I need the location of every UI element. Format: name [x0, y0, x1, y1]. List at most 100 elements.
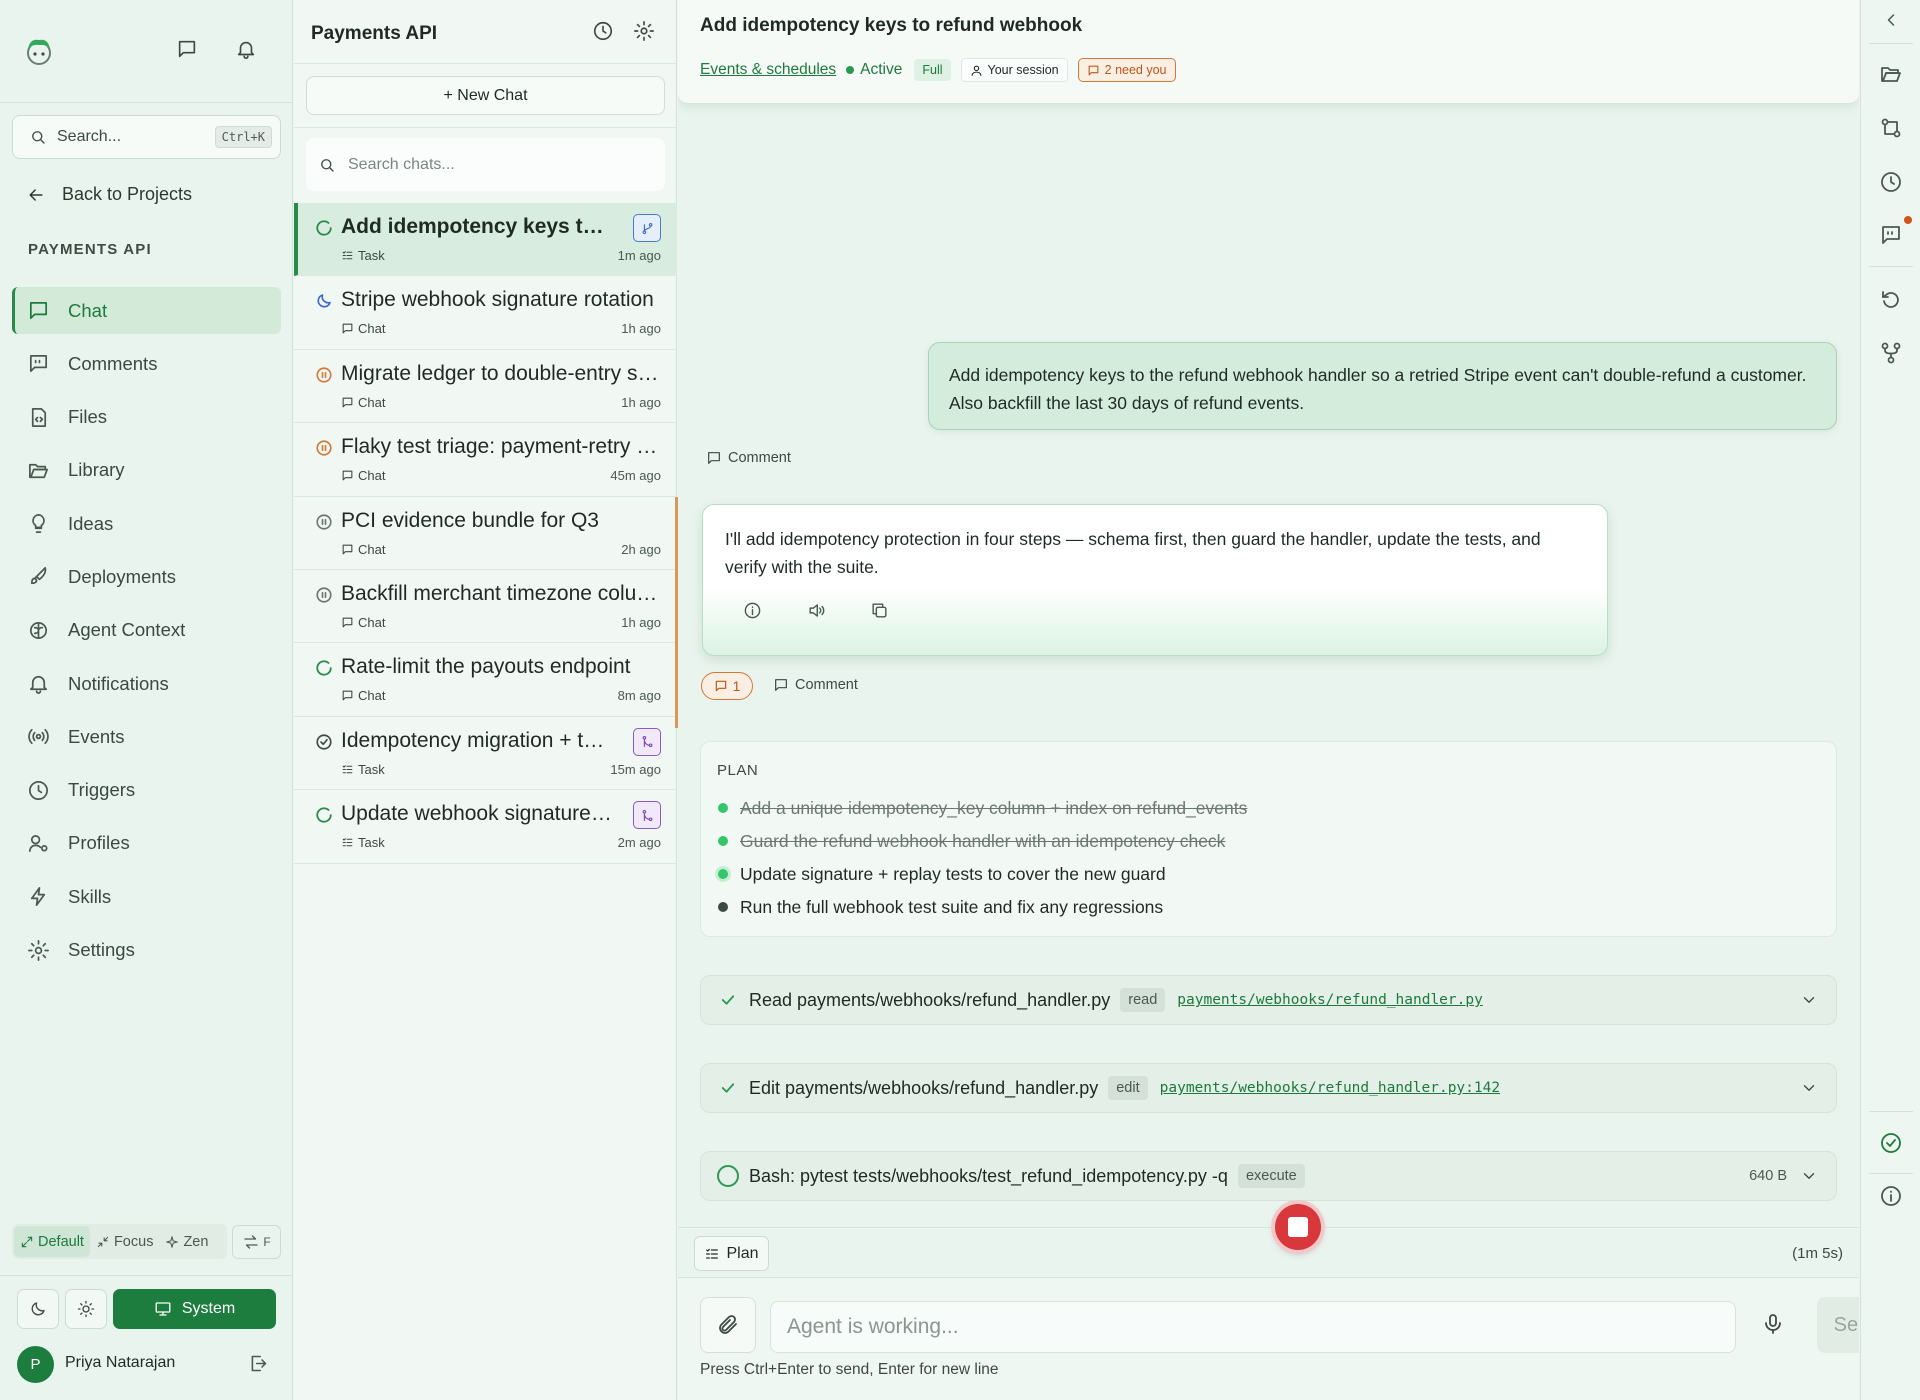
tool-call-bash[interactable]: Bash: pytest tests/webhooks/test_refund_… — [700, 1151, 1837, 1201]
global-search[interactable]: Search... Ctrl+K — [12, 115, 281, 159]
check-icon — [721, 1083, 735, 1093]
branch-badge[interactable] — [633, 214, 661, 242]
chat-item-time: 2m ago — [617, 835, 661, 851]
chat-list-item[interactable]: Add idempotency keys to refund webhook Ta… — [294, 203, 677, 277]
rail-fork-button[interactable] — [1879, 341, 1903, 365]
chat-list-item[interactable]: Backfill merchant timezone column Chat 1h … — [294, 570, 677, 644]
attach-button[interactable] — [700, 1297, 756, 1353]
sidebar-item-deployments[interactable]: Deployments — [12, 553, 281, 600]
sidebar-item-settings[interactable]: Settings — [12, 927, 281, 974]
system-theme-label: System — [181, 1300, 236, 1317]
light-theme-button[interactable] — [65, 1289, 107, 1329]
tool-call-read[interactable]: Read payments/webhooks/refund_handler.py… — [700, 975, 1837, 1025]
sidebar-item-label: Library — [68, 459, 125, 481]
sidebar-item-library[interactable]: Library — [12, 447, 281, 494]
rail-files-button[interactable] — [1879, 62, 1903, 86]
comments-icon — [29, 355, 48, 373]
app-logo[interactable] — [22, 34, 56, 68]
sidebar-item-comments[interactable]: Comments — [12, 340, 281, 387]
layout-zen-button[interactable]: Zen — [159, 1226, 214, 1257]
plan-step: Add a unique idempotency_key column + in… — [718, 796, 1247, 820]
rail-history-button[interactable] — [1879, 170, 1903, 194]
history-button[interactable] — [592, 20, 614, 42]
plan-button[interactable]: Plan — [694, 1236, 769, 1271]
chat-list-item[interactable]: Flaky test triage: payment-retry suite Ch… — [294, 423, 677, 497]
sparkle-icon — [166, 1235, 179, 1248]
comment-count-badge[interactable]: 1 — [701, 672, 753, 700]
message-info-button[interactable] — [743, 601, 762, 620]
dark-theme-button[interactable] — [17, 1289, 59, 1329]
chat-item-time: 8m ago — [617, 688, 661, 704]
sidebar-item-events[interactable]: Events — [12, 713, 281, 760]
system-theme-button[interactable]: System — [113, 1289, 276, 1329]
clock-icon — [29, 780, 48, 800]
swap-layout-button[interactable]: F — [232, 1225, 281, 1259]
chat-search-input[interactable]: Search chats... — [306, 138, 665, 191]
tool-call-tag: edit — [1108, 1076, 1148, 1100]
sidebar-item-skills[interactable]: Skills — [12, 873, 281, 920]
sidebar-item-agent-context[interactable]: Agent Context — [12, 607, 281, 654]
chevron-down-icon[interactable] — [1800, 1079, 1818, 1097]
comment-button[interactable]: Comment — [706, 450, 791, 466]
chat-item-title: Update webhook signature tests — [341, 802, 613, 826]
chat-list-item[interactable]: Migrate ledger to double-entry schema Cha… — [294, 350, 677, 424]
sidebar-item-profiles[interactable]: Profiles — [12, 820, 281, 867]
tool-call-path-link[interactable]: payments/webhooks/refund_handler.py — [1177, 992, 1483, 1008]
layout-focus-button[interactable]: Focus — [90, 1226, 160, 1257]
plan-step-text: Add a unique idempotency_key column + in… — [740, 797, 1248, 818]
chat-item-title: Idempotency migration + tests — [341, 728, 613, 752]
chat-item-time: 1h ago — [621, 394, 661, 410]
session-badge[interactable]: Your session — [960, 58, 1068, 82]
chat-list-item[interactable]: Stripe webhook signature rotation Chat 1h … — [294, 276, 677, 350]
read-aloud-button[interactable] — [807, 601, 826, 620]
message-input[interactable] — [770, 1301, 1736, 1353]
chat-list-item[interactable]: Update webhook signature tests Task 2m ago — [294, 790, 677, 864]
notifications-button[interactable] — [235, 38, 263, 66]
rail-status-button[interactable] — [1879, 1131, 1903, 1155]
layout-default-button[interactable]: Default — [14, 1226, 90, 1257]
rail-info-button[interactable] — [1879, 1184, 1903, 1208]
comment-button[interactable]: Comment — [773, 677, 858, 693]
sidebar-item-files[interactable]: Files — [12, 394, 281, 441]
user-gear-icon — [29, 834, 48, 852]
events-schedules-link[interactable]: Events & schedules — [700, 61, 836, 79]
merge-badge[interactable] — [633, 801, 661, 830]
search-shortcut: Ctrl+K — [214, 126, 272, 148]
rail-git-button[interactable] — [1879, 116, 1903, 140]
stop-button[interactable] — [1275, 1204, 1321, 1250]
tool-call-path-link[interactable]: payments/webhooks/refund_handler.py:142 — [1160, 1080, 1500, 1096]
sidebar-item-ideas[interactable]: Ideas — [12, 500, 281, 547]
chat-item-time: 45m ago — [610, 468, 661, 484]
merge-badge[interactable] — [633, 727, 661, 756]
sidebar-item-notifications[interactable]: Notifications — [12, 660, 281, 707]
chat-list-item[interactable]: PCI evidence bundle for Q3 Chat 2h ago — [294, 497, 677, 570]
chat-list-item[interactable]: Rate-limit the payouts endpoint Chat 8m ag… — [294, 643, 677, 717]
new-chat-button[interactable]: + New Chat — [306, 76, 665, 115]
plan-step-text: Guard the refund webhook handler with an… — [740, 830, 1226, 851]
messages-button[interactable] — [176, 38, 204, 66]
rail-comments-button[interactable] — [1879, 223, 1903, 247]
chat-settings-button[interactable] — [633, 20, 655, 42]
attention-badge[interactable]: 2 need you — [1077, 58, 1176, 82]
agent-message: I'll add idempotency protection in four … — [702, 504, 1608, 656]
rail-revert-button[interactable] — [1879, 288, 1903, 312]
agent-message-text: I'll add idempotency protection in four … — [725, 529, 1541, 577]
chat-meta: Events & schedules Active Full Your sess… — [700, 56, 1176, 84]
rail-notification-dot — [1904, 216, 1912, 224]
shrink-icon — [97, 1236, 109, 1247]
tool-call-edit[interactable]: Edit payments/webhooks/refund_handler.py… — [700, 1063, 1837, 1113]
back-to-projects-link[interactable]: Back to Projects — [26, 184, 192, 205]
copy-button[interactable] — [870, 601, 889, 620]
send-button[interactable]: Send — [1817, 1297, 1859, 1353]
comment-count: 1 — [732, 678, 741, 694]
chevron-down-icon[interactable] — [1800, 991, 1818, 1009]
collapse-rail-button[interactable] — [1881, 10, 1901, 30]
sidebar-item-chat[interactable]: Chat — [12, 287, 281, 334]
logout-button[interactable] — [248, 1353, 269, 1374]
avatar[interactable]: P — [17, 1346, 54, 1383]
chevron-down-icon[interactable] — [1800, 1167, 1818, 1185]
chat-list-item[interactable]: Idempotency migration + tests Task 15m ago — [294, 717, 677, 791]
paperclip-icon — [719, 1315, 737, 1334]
microphone-button[interactable] — [1761, 1312, 1785, 1336]
sidebar-item-triggers[interactable]: Triggers — [12, 767, 281, 814]
